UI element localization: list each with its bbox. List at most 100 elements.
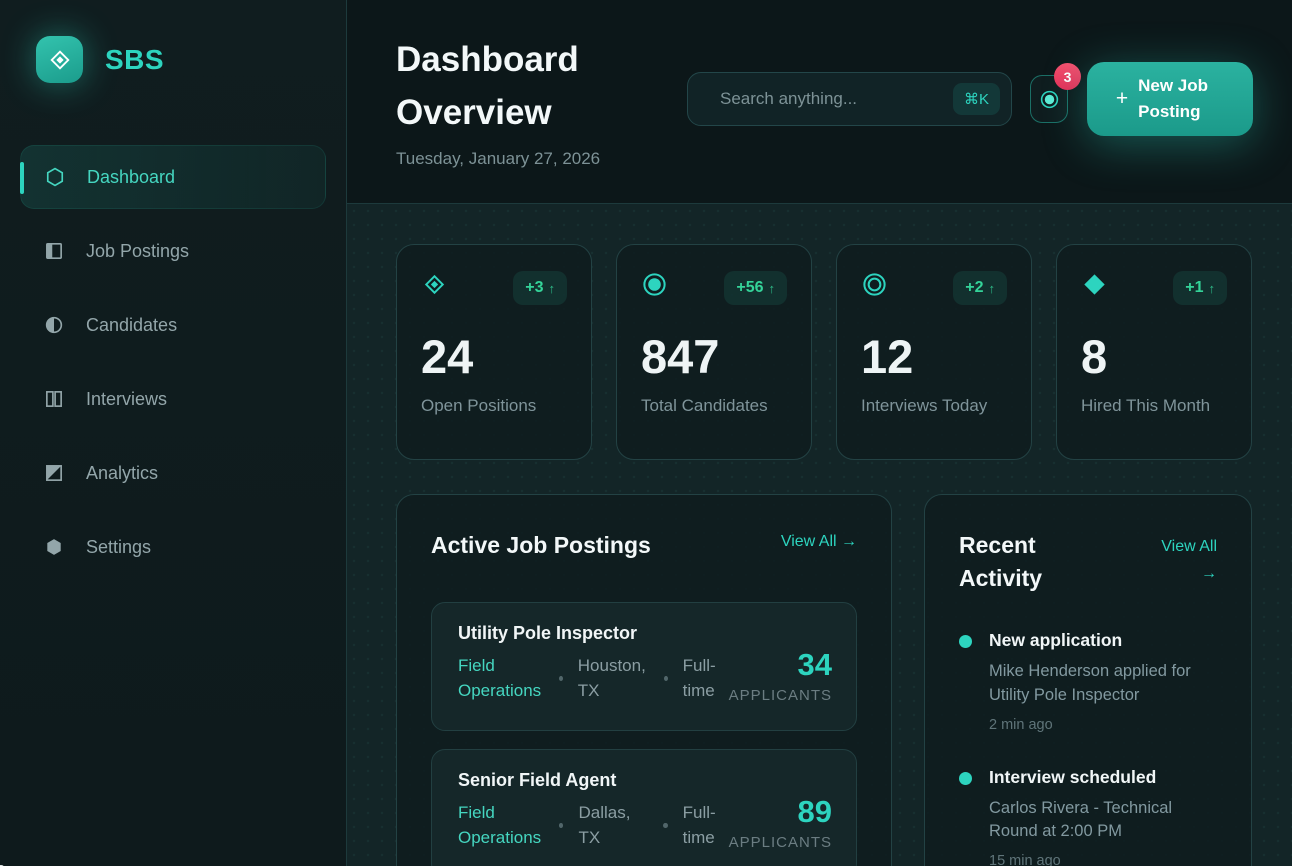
job-posting-row[interactable]: Senior Field Agent Field Operations Dall…	[431, 749, 857, 866]
delta-badge: +56 ↑	[724, 271, 787, 305]
job-title: Senior Field Agent	[458, 770, 729, 791]
panel-title: Active Job Postings	[431, 529, 651, 562]
sidebar-item-label: Dashboard	[87, 167, 175, 188]
sidebar-item-label: Settings	[86, 537, 151, 558]
dot-separator	[559, 676, 563, 681]
stat-value: 24	[421, 329, 567, 384]
up-arrow-icon: ↑	[1209, 281, 1216, 296]
active-job-postings-panel: Active Job Postings View All → Utility P…	[396, 494, 892, 866]
activity-item[interactable]: New application Mike Henderson applied f…	[959, 630, 1217, 733]
stats-row: +3 ↑ 24 Open Positions +56	[396, 244, 1252, 460]
job-location: Dallas, TX	[578, 801, 648, 850]
stat-label: Hired This Month	[1081, 396, 1227, 416]
applicant-count-label: APPLICANTS	[729, 834, 832, 851]
stat-card-hired-this-month: +1 ↑ 8 Hired This Month	[1056, 244, 1252, 460]
stat-card-open-positions: +3 ↑ 24 Open Positions	[396, 244, 592, 460]
up-arrow-icon: ↑	[989, 281, 996, 296]
delta-value: +56	[736, 279, 763, 297]
delta-badge: +3 ↑	[513, 271, 567, 305]
half-circle-icon	[42, 313, 66, 337]
activity-dot-icon	[959, 772, 972, 785]
new-job-posting-button[interactable]: + New Job Posting	[1087, 62, 1253, 136]
recent-activity-panel: Recent Activity View All → New applicati…	[924, 494, 1252, 866]
delta-badge: +2 ↑	[953, 271, 1007, 305]
sidebar-item-label: Job Postings	[86, 241, 189, 262]
diagonal-square-icon	[42, 461, 66, 485]
stat-value: 847	[641, 329, 787, 384]
delta-value: +2	[965, 279, 983, 297]
hexagon-solid-icon	[42, 535, 66, 559]
stat-value: 12	[861, 329, 1007, 384]
ring-dot-icon	[641, 271, 668, 303]
sidebar-item-label: Analytics	[86, 463, 158, 484]
search-input[interactable]	[720, 89, 941, 109]
activity-title: New application	[989, 630, 1207, 651]
activity-description: Mike Henderson applied for Utility Pole …	[989, 660, 1207, 708]
dashboard-content: +3 ↑ 24 Open Positions +56	[347, 204, 1292, 866]
job-type: Full-time	[683, 654, 729, 703]
job-type: Full-time	[683, 801, 729, 850]
stat-label: Total Candidates	[641, 396, 787, 416]
applicant-count-label: APPLICANTS	[729, 687, 832, 704]
brand-name: SBS	[105, 44, 164, 76]
columns-icon	[42, 387, 66, 411]
diamond-icon	[47, 47, 73, 73]
sidebar-item-dashboard[interactable]: Dashboard	[20, 145, 326, 209]
stat-card-interviews-today: +2 ↑ 12 Interviews Today	[836, 244, 1032, 460]
panels-row: Active Job Postings View All → Utility P…	[396, 494, 1252, 866]
job-posting-row[interactable]: Utility Pole Inspector Field Operations …	[431, 602, 857, 731]
view-all-jobs-link[interactable]: View All →	[781, 533, 857, 562]
delta-badge: +1 ↑	[1173, 271, 1227, 305]
sidebar-item-job-postings[interactable]: Job Postings	[20, 219, 326, 283]
sidebar-nav: Dashboard Job Postings Candidates	[20, 145, 326, 579]
dot-separator	[663, 823, 667, 828]
activity-dot-icon	[959, 635, 972, 648]
sidebar-item-analytics[interactable]: Analytics	[20, 441, 326, 505]
activity-description: Carlos Rivera - Technical Round at 2:00 …	[989, 797, 1207, 845]
page-date: Tuesday, January 27, 2026	[396, 149, 1252, 169]
active-indicator	[20, 162, 24, 194]
delta-value: +3	[525, 279, 543, 297]
job-location: Houston, TX	[578, 654, 649, 703]
notifications-button[interactable]: 3	[1030, 75, 1068, 123]
job-department: Field Operations	[458, 801, 544, 850]
up-arrow-icon: ↑	[769, 281, 776, 296]
brand-logo: SBS	[36, 36, 326, 83]
activity-timestamp: 15 min ago	[989, 853, 1207, 866]
job-title: Utility Pole Inspector	[458, 623, 729, 644]
plus-icon: +	[1116, 83, 1128, 116]
notification-badge: 3	[1054, 63, 1081, 90]
sidebar-item-candidates[interactable]: Candidates	[20, 293, 326, 357]
panel-title: Recent Activity	[959, 529, 1099, 596]
sidebar-item-label: Candidates	[86, 315, 177, 336]
search-box[interactable]: ⌘K	[687, 72, 1012, 126]
stat-value: 8	[1081, 329, 1227, 384]
sidebar-item-interviews[interactable]: Interviews	[20, 367, 326, 431]
activity-title: Interview scheduled	[989, 767, 1207, 788]
sidebar-item-settings[interactable]: Settings	[20, 515, 326, 579]
applicant-count: 34	[729, 647, 832, 683]
new-job-posting-label: New Job Posting	[1138, 73, 1224, 126]
activity-item[interactable]: Interview scheduled Carlos Rivera - Tech…	[959, 767, 1217, 866]
job-department: Field Operations	[458, 654, 544, 703]
brand-logo-icon	[36, 36, 83, 83]
double-ring-icon	[861, 271, 888, 303]
activity-timestamp: 2 min ago	[989, 717, 1207, 733]
diamond-solid-icon	[1081, 271, 1108, 303]
up-arrow-icon: ↑	[549, 281, 556, 296]
notification-dot-icon	[1039, 89, 1060, 110]
page-header: Dashboard Overview Tuesday, January 27, …	[347, 0, 1292, 204]
main-area: Dashboard Overview Tuesday, January 27, …	[347, 0, 1292, 866]
stat-label: Open Positions	[421, 396, 567, 416]
applicant-count: 89	[729, 794, 832, 830]
dot-separator	[664, 676, 668, 681]
keyboard-shortcut-badge: ⌘K	[953, 83, 1000, 115]
dot-separator	[559, 823, 563, 828]
view-all-activity-link[interactable]: View All →	[1151, 533, 1217, 596]
panel-left-icon	[42, 239, 66, 263]
stat-card-total-candidates: +56 ↑ 847 Total Candidates	[616, 244, 812, 460]
diamond-outline-icon	[421, 271, 448, 303]
stat-label: Interviews Today	[861, 396, 1007, 416]
hexagon-outline-icon	[43, 165, 67, 189]
page-title: Dashboard Overview	[396, 34, 726, 139]
